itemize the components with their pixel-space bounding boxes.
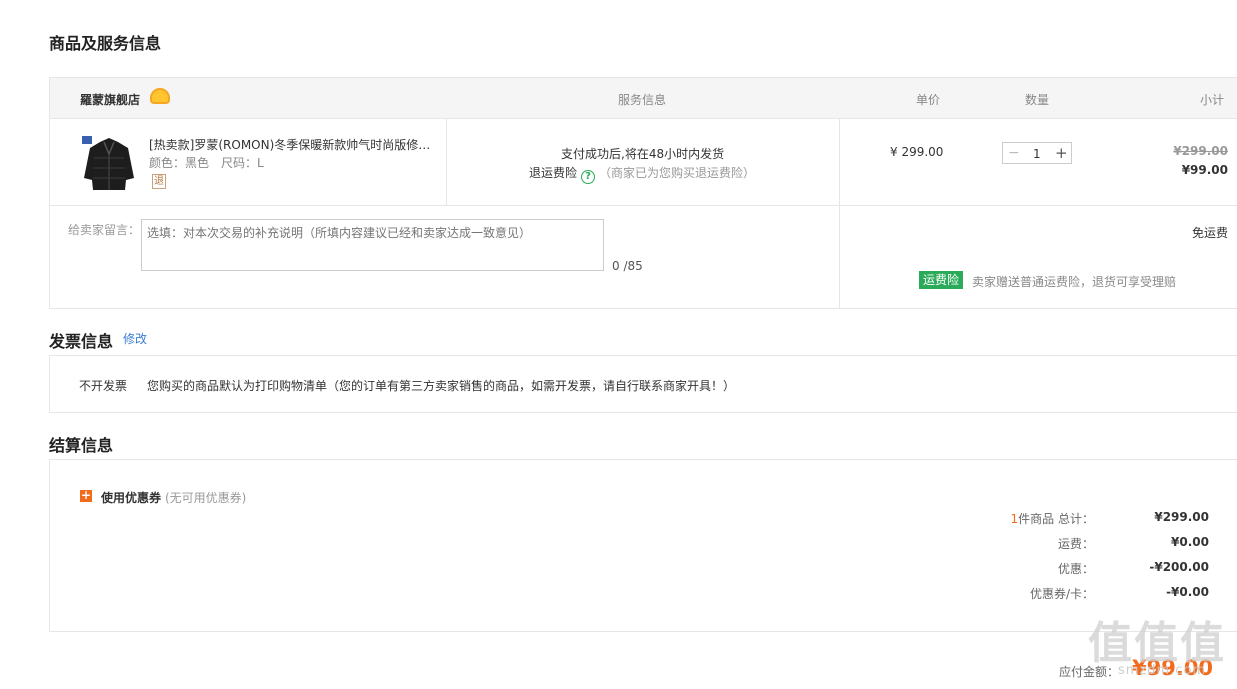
goods-section-title: 商品及服务信息 — [49, 34, 162, 53]
watermark-url: smzdm.com — [1118, 663, 1207, 678]
message-char-count: 0 /85 — [612, 259, 643, 273]
quantity-stepper: − 1 + — [1002, 142, 1072, 164]
insurance-description: 卖家赠送普通运费险，退货可享受理赔 — [972, 275, 1177, 289]
shop-name[interactable]: 羅蒙旗舰店 — [80, 91, 140, 108]
row-divider — [50, 205, 1237, 206]
order-table-header: 羅蒙旗舰店 服务信息 单价 数量 小计 — [50, 78, 1237, 119]
settlement-box: + 使用优惠券 (无可用优惠券) 1件商品 总计： ¥299.00 运费： ¥0… — [49, 459, 1237, 632]
header-service: 服务信息 — [618, 93, 667, 107]
summary-coupon-card-label: 优惠券/卡： — [1029, 587, 1094, 601]
order-table: 羅蒙旗舰店 服务信息 单价 数量 小计 [热卖款]罗蒙(ROMON)冬季保暖新款… — [49, 77, 1237, 309]
summary-shipping-label: 运费： — [1057, 537, 1094, 551]
final-price: ¥99.00 — [1181, 163, 1228, 177]
refund-tag-icon: 退 — [152, 174, 166, 189]
insurance-badge: 运费险 — [919, 271, 964, 289]
invoice-description: 您购买的商品默认为打印购物清单（您的订单有第三方卖家销售的商品，如需开发票，请自… — [147, 379, 736, 393]
summary-item-total: 1件商品 总计： ¥299.00 — [950, 510, 1209, 526]
message-input[interactable] — [141, 219, 604, 271]
message-label: 给卖家留言： — [68, 223, 141, 237]
coupon-availability-note: (无可用优惠券) — [165, 491, 247, 505]
column-divider — [446, 119, 447, 206]
summary-discount-label: 优惠： — [1057, 562, 1094, 576]
free-shipping-text: 免运费 — [1191, 226, 1228, 240]
item-total-label-text: 件商品 总计： — [1018, 512, 1094, 526]
thumbnail-tag-icon — [82, 136, 92, 144]
settlement-section-title: 结算信息 — [49, 436, 114, 455]
summary-coupon-card-value: -¥0.00 — [1166, 585, 1209, 599]
quantity-increase-button[interactable]: + — [1055, 144, 1068, 162]
unit-price: ¥ 299.00 — [890, 145, 944, 159]
invoice-section-title: 发票信息 — [49, 332, 114, 351]
column-divider — [839, 119, 840, 309]
expand-coupon-icon[interactable]: + — [80, 489, 92, 502]
summary-shipping: 运费： ¥0.00 — [950, 535, 1209, 551]
product-title[interactable]: [热卖款]罗蒙(ROMON)冬季保暖新款帅气时尚版修… — [149, 136, 429, 153]
header-quantity: 数量 — [1025, 93, 1050, 107]
invoice-edit-link[interactable]: 修改 — [123, 330, 147, 347]
header-subtotal: 小计 — [1199, 93, 1224, 107]
invoice-box: 不开发票 您购买的商品默认为打印购物清单（您的订单有第三方卖家销售的商品，如需开… — [49, 355, 1237, 413]
service-insurance: 退运费险? （商家已为您购买退运费险） — [529, 164, 755, 184]
service-insurance-label: 退运费险 — [529, 166, 578, 180]
header-unit-price: 单价 — [916, 93, 941, 107]
quantity-decrease-button[interactable]: − — [1008, 145, 1020, 161]
watermark-logo: 值值值 — [1088, 618, 1226, 669]
service-shipping-promise: 支付成功后,将在48小时内发货 — [561, 147, 725, 161]
summary-item-total-label: 1件商品 总计： — [1011, 510, 1094, 527]
summary-coupon-card: 优惠券/卡： -¥0.00 — [950, 585, 1209, 601]
original-price: ¥299.00 — [1173, 144, 1228, 158]
summary-item-total-value: ¥299.00 — [1154, 510, 1209, 524]
help-icon[interactable]: ? — [581, 170, 596, 184]
use-coupon-toggle[interactable]: 使用优惠券 — [101, 489, 161, 506]
summary-discount-value: -¥200.00 — [1149, 560, 1209, 574]
summary-discount: 优惠： -¥200.00 — [950, 560, 1209, 576]
quantity-input[interactable]: 1 — [1033, 147, 1041, 161]
shop-badge-icon — [150, 88, 170, 104]
invoice-type: 不开发票 — [79, 379, 128, 393]
service-insurance-note: （商家已为您购买退运费险） — [599, 166, 756, 180]
product-attributes: 颜色：黑色 尺码：L — [149, 156, 264, 170]
summary-shipping-value: ¥0.00 — [1171, 535, 1209, 549]
